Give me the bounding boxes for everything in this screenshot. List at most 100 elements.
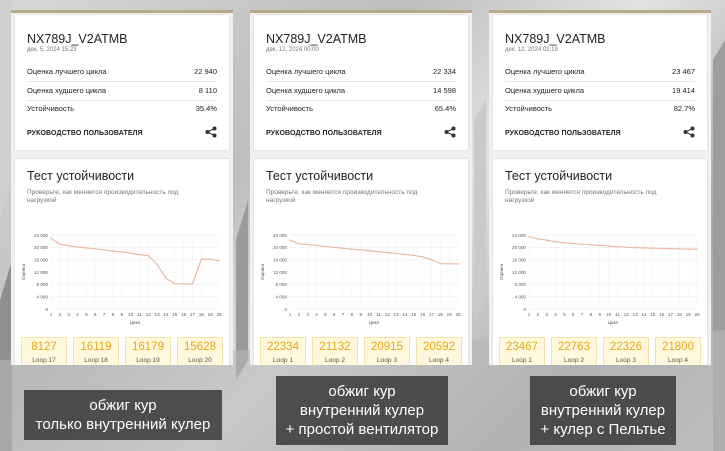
loop-score-tile[interactable]: 22326 Loop 3 [603,337,649,365]
loop-score-tile[interactable]: 23467 Loop 1 [499,337,545,365]
x-tick-label: 8 [351,312,354,317]
y-tick-label: 12 000 [273,270,287,275]
caption-line: обжиг кур [328,383,396,400]
score-point [413,254,415,257]
x-tick-label: 5 [324,312,327,317]
x-tick-label: 1 [50,312,53,317]
score-point [200,258,203,260]
test-date: дек. 5, 2024 15:23 [27,47,77,53]
score-point [50,237,52,239]
x-tick-label: 11 [137,312,142,317]
x-tick-label: 19 [447,312,453,317]
loop-score-tile[interactable]: 16179 Loop 19 [125,337,171,365]
y-axis-label: Оценка [21,264,26,280]
score-point [306,243,309,246]
y-tick-label: 8 000 [276,282,288,287]
score-point [289,239,291,241]
score-point [572,242,574,245]
user-guide-link[interactable]: РУКОВОДСТВО ПОЛЬЗОВАТЕЛЯ [266,130,382,137]
loop-score-tile[interactable]: 16119 Loop 18 [73,337,119,365]
loop-label: Loop 3 [616,357,636,364]
score-point [545,239,548,241]
loop-score-tile[interactable]: 21800 Loop 4 [655,337,701,365]
y-tick-label: 16 000 [34,257,48,262]
best-loop-row: Оценка лучшего цикла 22 940 [27,67,217,77]
divider [505,100,695,101]
loop-label: Loop 4 [668,357,688,364]
share-icon[interactable] [683,126,695,138]
share-icon[interactable] [205,126,217,138]
worst-loop-row: Оценка худшего цикла 8 110 [27,86,217,96]
y-tick-label: 24 000 [273,233,287,238]
test-date: дек. 12, 2024 02:19 [505,47,558,53]
x-tick-label: 9 [120,312,123,317]
score-point [528,235,530,238]
y-tick-label: 4 000 [515,294,527,299]
x-tick-label: 16 [659,312,665,317]
loop-score-tile[interactable]: 20592 Loop 4 [416,337,462,365]
score-point [643,247,645,249]
y-tick-label: 20 000 [34,245,48,250]
score-line [50,237,220,285]
score-point [174,283,176,285]
x-tick-label: 20 [455,312,461,317]
x-tick-label: 6 [572,312,575,317]
x-tick-label: 3 [306,312,309,317]
x-tick-label: 15 [411,312,417,317]
x-tick-label: 16 [181,312,187,317]
y-tick-label: 20 000 [512,245,526,250]
x-tick-label: 7 [342,312,345,317]
stability-label: Устойчивость [266,104,313,113]
divider [27,81,217,82]
score-point [660,247,663,250]
loop-score-tile[interactable]: 22334 Loop 1 [260,337,306,365]
loop-score-tile[interactable]: 21132 Loop 2 [312,337,358,365]
best-loop-value: 23 467 [672,67,695,76]
score-point [156,263,158,265]
y-tick-label: 24 000 [512,233,526,238]
worst-loop-label: Оценка худшего цикла [505,86,585,95]
loop-label: Loop 19 [136,357,160,364]
score-point [342,247,344,249]
best-loop-label: Оценка лучшего цикла [266,67,346,76]
loop-label: Loop 4 [429,357,449,364]
score-point [687,248,689,250]
score-point [103,249,105,251]
user-guide-link[interactable]: РУКОВОДСТВО ПОЛЬЗОВАТЕЛЯ [27,130,143,137]
loop-label: Loop 1 [273,357,293,364]
x-tick-label: 11 [376,312,381,317]
stability-test-card: Тест устойчивости Проверьте, как меняетс… [254,159,468,365]
loop-score-tile[interactable]: 15628 Loop 20 [177,337,223,365]
share-icon[interactable] [444,126,456,138]
score-point [448,263,450,265]
loop-label: Loop 3 [377,357,397,364]
loop-score: 23467 [506,341,538,353]
score-point [395,252,397,255]
score-point [298,243,300,245]
x-tick-label: 16 [420,312,426,317]
best-loop-value: 22 334 [433,67,456,76]
x-tick-label: 2 [59,312,62,317]
stability-label: Устойчивость [27,104,74,113]
x-tick-label: 12 [624,312,630,317]
loop-score: 8127 [31,341,57,353]
score-point [634,246,636,249]
stability-chart: 24 00020 00016 00012 0008 0004 00001 2 3 4 5… [21,233,222,325]
user-guide-link[interactable]: РУКОВОДСТВО ПОЛЬЗОВАТЕЛЯ [505,130,621,137]
x-tick-label: 5 [563,312,566,317]
loop-score: 22334 [267,341,299,353]
result-panel-1: NX789J_V2ATMB дек. 5, 2024 15:23 Оценка … [11,10,233,365]
divider [505,81,695,82]
score-point [421,256,424,258]
score-point [625,246,627,248]
x-tick-label: 6 [333,312,336,317]
loop-score: 16179 [132,341,164,353]
loop-score-tile[interactable]: 8127 Loop 17 [21,337,67,365]
loop-score-tile[interactable]: 20915 Loop 3 [364,337,410,365]
loop-label: Loop 17 [32,357,56,364]
x-tick-label: 18 [438,312,444,317]
test-description: Проверьте, как меняется производительнос… [266,189,418,204]
score-point [112,250,114,252]
loop-score-tile[interactable]: 22763 Loop 2 [551,337,597,365]
y-tick-label: 4 000 [37,294,49,299]
